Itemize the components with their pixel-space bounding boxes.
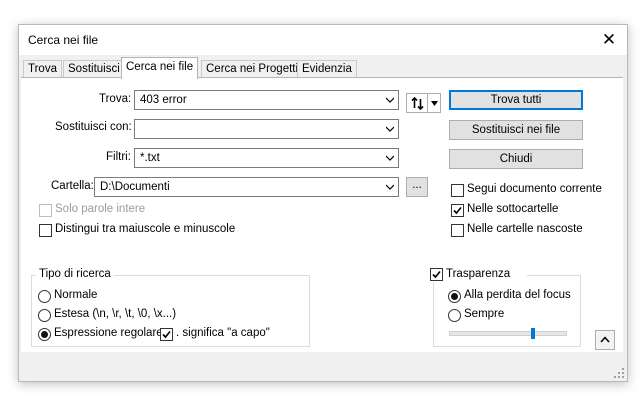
search-mode-title: Tipo di ricerca bbox=[36, 268, 114, 280]
browse-folder-button[interactable]: ... bbox=[406, 177, 428, 197]
collapse-button[interactable] bbox=[595, 330, 615, 350]
resize-grip-icon[interactable] bbox=[614, 368, 624, 378]
folder-combobox[interactable]: D:\Documenti bbox=[94, 177, 399, 197]
dot-newline-label: . significa "a capo" bbox=[176, 327, 270, 339]
hidden-folders-checkbox[interactable] bbox=[451, 224, 464, 237]
tab-find[interactable]: Trova bbox=[23, 60, 62, 78]
status-bar bbox=[19, 357, 627, 381]
regex-mode-radio[interactable] bbox=[38, 328, 51, 341]
tab-replace[interactable]: Sostituisci bbox=[63, 60, 125, 78]
filters-label: Filtri: bbox=[106, 151, 131, 163]
caret-down-icon bbox=[431, 101, 438, 106]
slider-thumb[interactable] bbox=[531, 328, 535, 339]
match-case-label: Distingui tra maiuscole e minuscole bbox=[55, 223, 236, 235]
chevron-up-icon bbox=[600, 336, 610, 343]
on-focus-loss-label: Alla perdita del focus bbox=[464, 289, 571, 301]
extended-mode-label: Estesa (\n, \r, \t, \0, \x...) bbox=[54, 308, 177, 320]
chevron-down-icon bbox=[386, 126, 394, 132]
close-button[interactable]: Chiudi bbox=[449, 149, 583, 169]
folder-value: D:\Documenti bbox=[100, 181, 170, 193]
normal-mode-radio[interactable] bbox=[38, 290, 51, 303]
replace-combobox[interactable] bbox=[134, 119, 399, 139]
checkmark-icon bbox=[453, 206, 462, 215]
regex-mode-label: Espressione regolare bbox=[54, 327, 163, 339]
folder-label: Cartella: bbox=[51, 180, 94, 192]
follow-current-doc-label: Segui documento corrente bbox=[467, 183, 602, 195]
title-bar[interactable]: Cerca nei file ✕ bbox=[19, 25, 627, 55]
transparency-checkbox[interactable] bbox=[430, 268, 443, 281]
tab-find-in-projects[interactable]: Cerca nei Progetti bbox=[201, 60, 304, 78]
replace-label: Sostituisci con: bbox=[55, 121, 132, 133]
tab-mark[interactable]: Evidenzia bbox=[297, 60, 357, 78]
tab-find-in-files[interactable]: Cerca nei file bbox=[121, 57, 199, 79]
normal-mode-label: Normale bbox=[54, 289, 98, 301]
find-label: Trova: bbox=[99, 93, 132, 105]
match-case-checkbox[interactable] bbox=[39, 224, 52, 237]
close-icon[interactable]: ✕ bbox=[597, 29, 621, 51]
replace-in-files-button[interactable]: Sostituisci nei file bbox=[449, 120, 583, 140]
tab-panel: Trova: 403 error Sostituisci con: Filtri… bbox=[21, 77, 623, 352]
swap-arrows-icon bbox=[411, 97, 424, 110]
find-combobox[interactable]: 403 error bbox=[134, 90, 399, 110]
chevron-down-icon bbox=[386, 97, 394, 103]
whole-word-checkbox[interactable] bbox=[39, 204, 52, 217]
subfolders-checkbox[interactable] bbox=[451, 204, 464, 217]
chevron-down-icon bbox=[386, 184, 394, 190]
transparency-slider[interactable] bbox=[449, 328, 567, 339]
window-title: Cerca nei file bbox=[28, 33, 99, 47]
dot-newline-checkbox[interactable] bbox=[160, 328, 173, 341]
checkmark-icon bbox=[162, 330, 171, 339]
extended-mode-radio[interactable] bbox=[38, 309, 51, 322]
checkmark-icon bbox=[432, 270, 441, 279]
find-all-button[interactable]: Trova tutti bbox=[449, 90, 583, 110]
subfolders-label: Nelle sottocartelle bbox=[467, 203, 559, 215]
hidden-folders-label: Nelle cartelle nascoste bbox=[467, 223, 583, 235]
find-value: 403 error bbox=[140, 94, 187, 106]
filters-value: *.txt bbox=[140, 152, 160, 164]
transparency-label: Trasparenza bbox=[446, 268, 511, 280]
transparency-legend: Trasparenza bbox=[427, 268, 527, 282]
always-radio[interactable] bbox=[448, 309, 461, 322]
follow-current-doc-checkbox[interactable] bbox=[451, 184, 464, 197]
filters-combobox[interactable]: *.txt bbox=[134, 148, 399, 168]
whole-word-label: Solo parole intere bbox=[55, 203, 146, 215]
always-label: Sempre bbox=[464, 308, 505, 320]
direction-button[interactable] bbox=[406, 93, 441, 113]
chevron-down-icon bbox=[386, 155, 394, 161]
on-focus-loss-radio[interactable] bbox=[448, 290, 461, 303]
find-in-files-dialog: Cerca nei file ✕ Trova Sostituisci Cerca… bbox=[18, 24, 628, 382]
